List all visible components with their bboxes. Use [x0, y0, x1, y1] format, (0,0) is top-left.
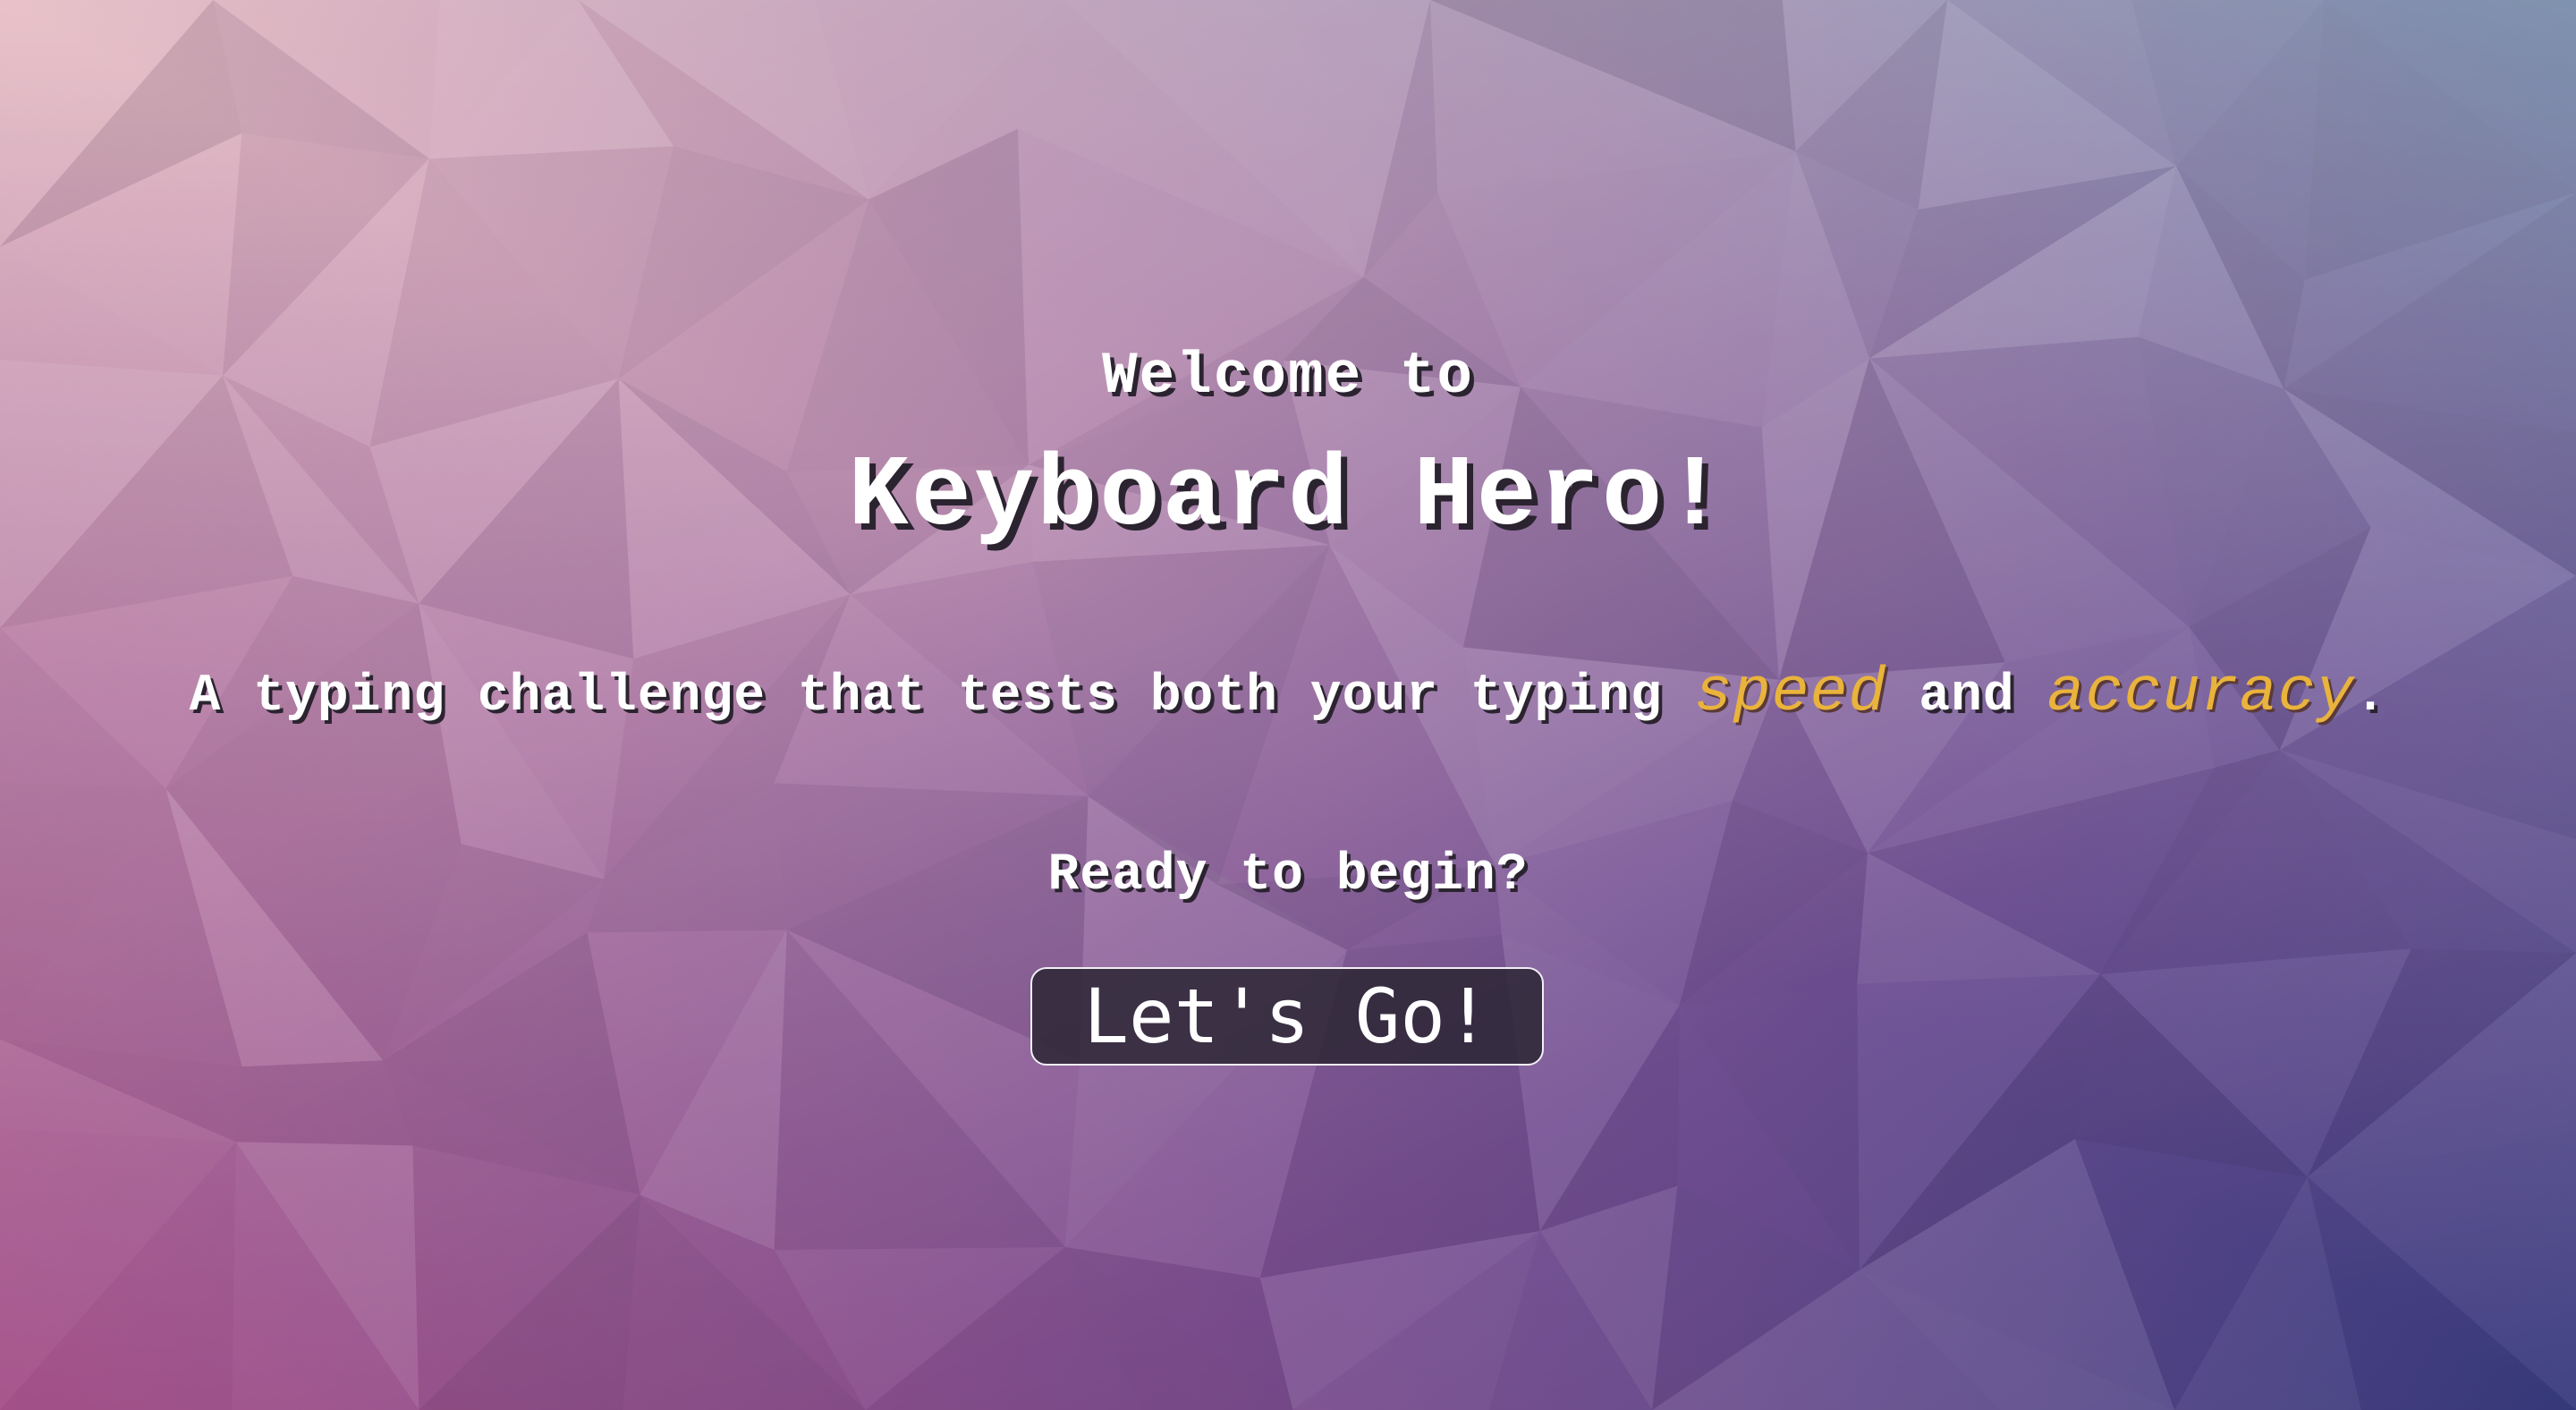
tagline-middle: and [1886, 667, 2047, 726]
tagline-suffix: . [2354, 667, 2387, 726]
app-title: Keyboard Hero! [848, 440, 1728, 554]
speed-highlight: speed [1694, 658, 1887, 729]
tagline: A typing challenge that tests both your … [0, 659, 2576, 728]
accuracy-highlight: accuracy [2046, 658, 2355, 729]
tagline-prefix: A typing challenge that tests both your … [189, 667, 1695, 726]
lets-go-button[interactable]: Let's Go! [1030, 967, 1544, 1066]
ready-prompt: Ready to begin? [1047, 846, 1529, 905]
welcome-heading: Welcome to [1101, 343, 1475, 410]
